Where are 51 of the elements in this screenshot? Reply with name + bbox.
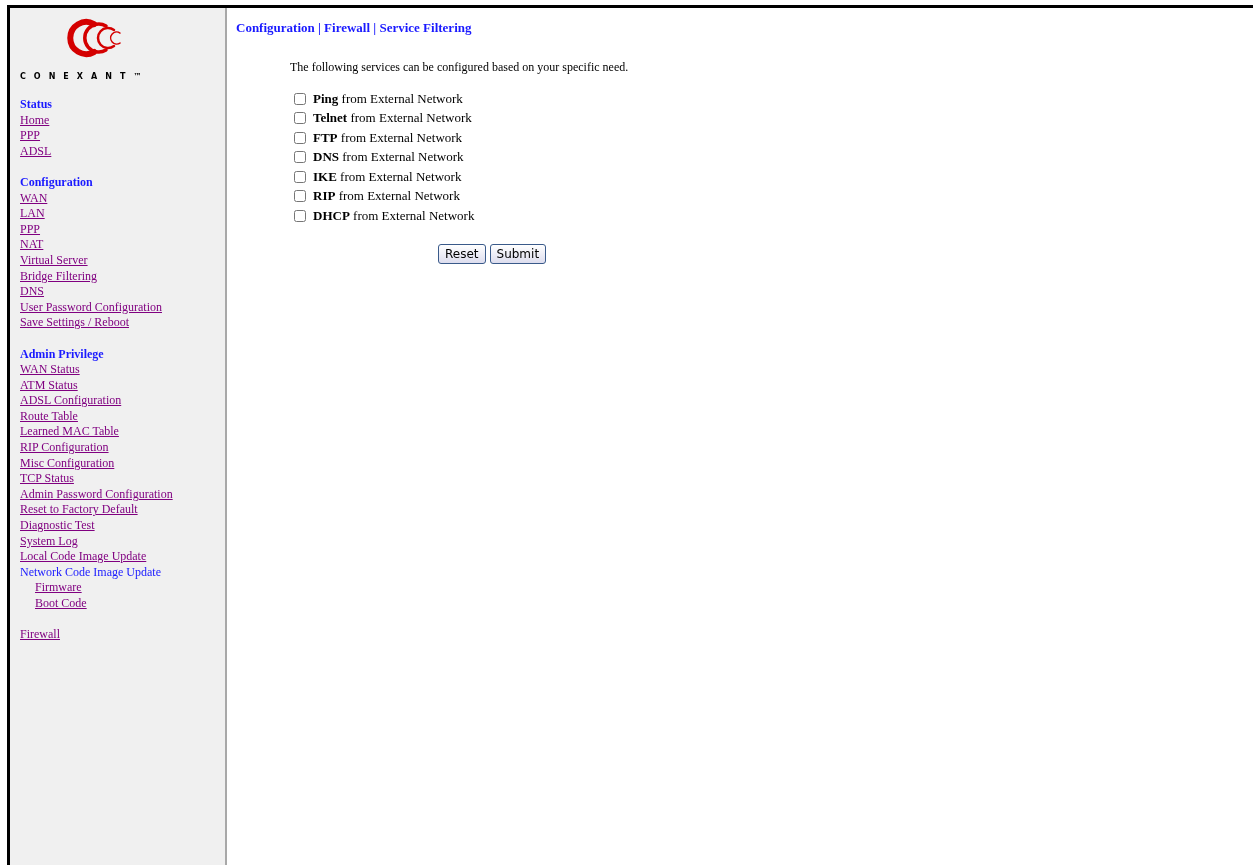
section-heading: Admin Privilege bbox=[20, 346, 105, 363]
nav-link[interactable]: Route Table bbox=[20, 408, 78, 423]
nav-label: Network Code Image Update bbox=[20, 564, 161, 579]
nav-link[interactable]: Reset to Factory Default bbox=[20, 502, 138, 517]
nav-link[interactable]: WAN bbox=[20, 190, 48, 205]
checkbox[interactable] bbox=[294, 131, 306, 144]
nav-link[interactable]: Save Settings / Reboot bbox=[20, 315, 129, 330]
service-label: DHCP from External Network bbox=[313, 207, 475, 224]
nav-link[interactable]: Admin Password Configuration bbox=[20, 486, 173, 501]
nav-link[interactable]: User Password Configuration bbox=[20, 299, 162, 314]
nav-link[interactable]: Misc Configuration bbox=[20, 455, 115, 470]
nav-link[interactable]: TCP Status bbox=[20, 471, 74, 486]
breadcrumb: Configuration | Firewall | Service Filtering bbox=[236, 20, 473, 36]
nav-link[interactable]: Boot Code bbox=[35, 596, 87, 610]
checkbox[interactable] bbox=[294, 92, 306, 105]
nav-link[interactable]: System Log bbox=[20, 533, 78, 548]
nav-link[interactable]: Home bbox=[20, 112, 50, 127]
checkbox[interactable] bbox=[294, 190, 306, 203]
service-label: DNS from External Network bbox=[313, 149, 464, 166]
nav-link[interactable]: PPP bbox=[20, 221, 41, 236]
nav-link[interactable]: NAT bbox=[20, 237, 44, 252]
service-label: Telnet from External Network bbox=[313, 110, 472, 127]
form-button[interactable]: Reset bbox=[438, 243, 486, 264]
nav-link[interactable]: Firmware bbox=[35, 580, 82, 595]
nav-link[interactable]: Learned MAC Table bbox=[20, 424, 119, 439]
nav-link[interactable]: Diagnostic Test bbox=[20, 518, 95, 533]
nav-link[interactable]: RIP Configuration bbox=[20, 440, 109, 455]
nav-link[interactable]: Bridge Filtering bbox=[20, 268, 97, 283]
checkbox[interactable] bbox=[294, 151, 306, 164]
service-label: FTP from External Network bbox=[313, 129, 463, 146]
nav-link[interactable]: Local Code Image Update bbox=[20, 549, 147, 564]
nav-link[interactable]: ADSL bbox=[20, 143, 52, 158]
logo-wordmark: CONEXANT™ bbox=[20, 72, 150, 81]
service-label: Ping from External Network bbox=[313, 90, 463, 107]
nav-link[interactable]: WAN Status bbox=[20, 362, 80, 377]
nav-link[interactable]: PPP bbox=[20, 128, 41, 143]
checkbox[interactable] bbox=[294, 209, 306, 222]
form-button[interactable]: Submit bbox=[489, 243, 547, 264]
nav-link[interactable]: DNS bbox=[20, 284, 44, 299]
section-heading: Configuration bbox=[20, 174, 94, 191]
nav-link[interactable]: ATM Status bbox=[20, 377, 78, 392]
checkbox[interactable] bbox=[294, 112, 306, 125]
nav-link[interactable]: LAN bbox=[20, 206, 45, 221]
section-heading: Status bbox=[20, 97, 53, 113]
service-label: IKE from External Network bbox=[313, 168, 462, 185]
nav-link[interactable]: Virtual Server bbox=[20, 252, 88, 267]
nav-link[interactable]: ADSL Configuration bbox=[20, 393, 122, 408]
service-label: RIP from External Network bbox=[313, 188, 460, 205]
intro-text: The following services can be configured based on your specific need. bbox=[290, 60, 630, 75]
checkbox[interactable] bbox=[294, 170, 306, 183]
nav-link[interactable]: Firewall bbox=[20, 627, 60, 642]
